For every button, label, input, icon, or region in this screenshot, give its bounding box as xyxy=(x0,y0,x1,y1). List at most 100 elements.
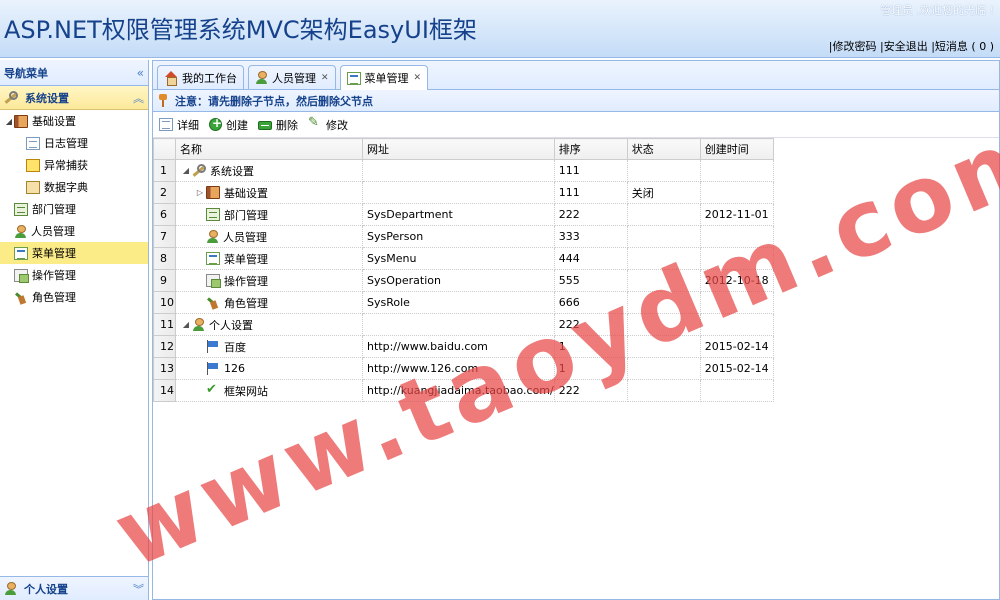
row-number: 10 xyxy=(153,291,176,314)
date-cell xyxy=(699,313,774,336)
pencil-icon xyxy=(308,115,322,131)
delete-button[interactable]: 删除 xyxy=(258,117,298,133)
tree-cell: 人员管理 xyxy=(180,229,362,245)
double-chevron-up-icon[interactable]: ︽ xyxy=(133,90,144,106)
row-number: 1 xyxy=(153,159,176,182)
name-text: 个人设置 xyxy=(209,318,253,332)
nav-group-system[interactable]: 系统设置 ︽ xyxy=(0,86,148,110)
logout-link[interactable]: |安全退出 xyxy=(880,40,928,53)
table-row[interactable]: 7 人员管理 SysPerson 333 xyxy=(153,225,774,248)
user-icon xyxy=(255,71,268,84)
nav-tree-label: 部门管理 xyxy=(32,203,76,216)
change-password-link[interactable]: |修改密码 xyxy=(829,40,877,53)
tab-0[interactable]: 我的工作台 xyxy=(157,65,244,89)
double-chevron-down-icon[interactable]: ︾ xyxy=(133,581,144,597)
department-icon xyxy=(206,208,220,221)
sort-cell: 333 xyxy=(553,225,628,248)
sort-cell: 555 xyxy=(553,269,628,292)
warning-icon xyxy=(26,158,40,172)
nav-tree-item[interactable]: 菜单管理 xyxy=(0,242,148,264)
nav-tree-item[interactable]: 角色管理 xyxy=(0,286,148,308)
detail-button[interactable]: 详细 xyxy=(159,117,199,133)
name-cell: ◢ 个人设置 xyxy=(175,313,363,336)
nav-tree-item[interactable]: 异常捕获 xyxy=(0,154,148,176)
status-cell xyxy=(626,203,701,226)
nav-group-personal[interactable]: 个人设置 ︾ xyxy=(0,576,148,600)
remove-icon xyxy=(258,121,272,130)
wrench-icon xyxy=(192,164,206,177)
name-cell: 菜单管理 xyxy=(175,247,363,270)
row-number: 8 xyxy=(153,247,176,270)
table-row[interactable]: 8 菜单管理 SysMenu 444 xyxy=(153,247,774,270)
tree-cell: 操作管理 xyxy=(180,273,362,289)
app-header: ASP.NET权限管理系统MVC架构EasyUI框架 管理员 ,欢迎您的光临 !… xyxy=(0,0,1000,58)
sort-cell: 222 xyxy=(553,313,628,336)
notice-text: 注意：请先删除子节点，然后删除父节点 xyxy=(175,94,373,108)
nav-tree-item[interactable]: 操作管理 xyxy=(0,264,148,286)
app-title: ASP.NET权限管理系统MVC架构EasyUI框架 xyxy=(4,16,477,44)
row-number: 6 xyxy=(153,203,176,226)
table-row[interactable]: 1 ◢ 系统设置 111 xyxy=(153,159,774,182)
toolbar: 详细 创建 删除 修改 xyxy=(153,112,999,138)
create-label: 创建 xyxy=(226,118,248,132)
user-icon xyxy=(206,230,219,243)
create-button[interactable]: 创建 xyxy=(209,116,248,133)
table-row[interactable]: 13 126 http://www.126.com 1 2015-02-14 xyxy=(153,357,774,380)
nav-title: 导航菜单 xyxy=(4,66,48,80)
name-text: 角色管理 xyxy=(224,296,268,310)
double-chevron-left-icon[interactable]: « xyxy=(137,66,144,80)
table-row[interactable]: 11 ◢ 个人设置 222 xyxy=(153,313,774,336)
name-text: 基础设置 xyxy=(224,186,268,200)
status-cell: 关闭 xyxy=(626,181,701,204)
nav-tree-item[interactable]: ◢ 基础设置 xyxy=(0,110,148,132)
sort-cell: 111 xyxy=(553,181,628,204)
row-number: 9 xyxy=(153,269,176,292)
close-icon[interactable]: ✕ xyxy=(414,73,422,83)
nav-tree-label: 菜单管理 xyxy=(32,247,76,260)
row-number: 12 xyxy=(153,335,176,358)
messages-link[interactable]: |短消息 ( 0 ) xyxy=(931,40,994,53)
sort-cell: 1 xyxy=(553,357,628,380)
expanded-arrow-icon[interactable]: ◢ xyxy=(180,320,192,329)
check-icon xyxy=(206,382,220,397)
sort-cell: 1 xyxy=(553,335,628,358)
table-row[interactable]: 2 ▷ 基础设置 111 关闭 xyxy=(153,181,774,204)
collapsed-arrow-icon[interactable]: ▷ xyxy=(194,188,206,197)
status-cell xyxy=(626,379,701,402)
url-cell: http://kuangjiadaima.taobao.com/ xyxy=(362,379,555,402)
nav-tree-item[interactable]: 数据字典 xyxy=(0,176,148,198)
user-icon xyxy=(14,224,27,238)
tree-cell: ◢ 系统设置 xyxy=(180,163,362,179)
sort-cell: 111 xyxy=(553,159,628,182)
table-row[interactable]: 6 部门管理 SysDepartment 222 2012-11-01 xyxy=(153,203,774,226)
name-text: 人员管理 xyxy=(223,230,267,244)
table-row[interactable]: 9 操作管理 SysOperation 555 2012-10-18 xyxy=(153,269,774,292)
url-cell xyxy=(362,181,555,204)
column-header[interactable]: 名称 xyxy=(175,138,363,160)
nav-tree-item[interactable]: 部门管理 xyxy=(0,198,148,220)
table-row[interactable]: 10 角色管理 SysRole 666 xyxy=(153,291,774,314)
tree-cell: 框架网站 xyxy=(180,382,362,399)
nav-tree-label: 角色管理 xyxy=(32,291,76,304)
status-cell xyxy=(626,269,701,292)
nav-tree-item[interactable]: 日志管理 xyxy=(0,132,148,154)
name-cell: 操作管理 xyxy=(175,269,363,292)
url-cell: SysOperation xyxy=(362,269,555,292)
edit-button[interactable]: 修改 xyxy=(308,115,348,133)
tab-1[interactable]: 人员管理 ✕ xyxy=(248,65,336,89)
table-row[interactable]: 12 百度 http://www.baidu.com 1 2015-02-14 xyxy=(153,335,774,358)
column-header[interactable]: 创建时间 xyxy=(699,138,774,160)
status-cell xyxy=(626,335,701,358)
table-row[interactable]: 14 框架网站 http://kuangjiadaima.taobao.com/22… xyxy=(153,379,774,402)
column-header[interactable]: 状态 xyxy=(626,138,701,160)
expanded-arrow-icon[interactable]: ◢ xyxy=(180,166,192,175)
row-number: 11 xyxy=(153,313,176,336)
close-icon[interactable]: ✕ xyxy=(321,73,329,83)
column-header[interactable]: 排序 xyxy=(553,138,628,160)
tab-2[interactable]: 菜单管理 ✕ xyxy=(339,65,429,90)
nav-tree-item[interactable]: 人员管理 xyxy=(0,220,148,242)
column-header[interactable]: 网址 xyxy=(362,138,555,160)
date-cell xyxy=(699,181,774,204)
url-cell xyxy=(362,159,555,182)
nav-tree-label: 日志管理 xyxy=(44,137,88,150)
